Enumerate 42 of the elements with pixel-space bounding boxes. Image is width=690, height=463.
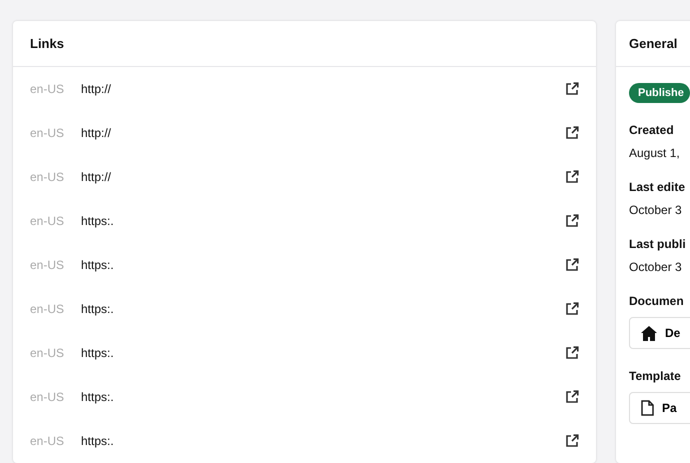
external-link-icon[interactable]: [565, 302, 579, 316]
link-url[interactable]: https:.: [81, 346, 565, 360]
link-url[interactable]: https:.: [81, 434, 565, 448]
external-link-icon[interactable]: [565, 170, 579, 184]
link-url[interactable]: https:.: [81, 302, 565, 316]
locale-label: en-US: [30, 170, 66, 184]
home-icon: [641, 326, 657, 340]
locale-label: en-US: [30, 434, 66, 448]
field-label: Last publi: [629, 237, 686, 251]
locale-label: en-US: [30, 258, 66, 272]
external-link-icon[interactable]: [565, 434, 579, 448]
external-link-icon[interactable]: [565, 126, 579, 140]
field-value: October 3: [629, 260, 682, 274]
locale-label: en-US: [30, 126, 66, 140]
link-button[interactable]: Pa: [629, 392, 690, 424]
external-link-icon[interactable]: [565, 346, 579, 360]
card-title: Links: [30, 36, 64, 51]
field-value: October 3: [629, 203, 682, 217]
field-label: Documen: [629, 294, 684, 308]
locale-label: en-US: [30, 390, 66, 404]
field-label: Last edite: [629, 180, 686, 194]
locale-label: en-US: [30, 214, 66, 228]
external-link-icon[interactable]: [565, 82, 579, 96]
field-value: August 1,: [629, 146, 680, 160]
external-link-icon[interactable]: [565, 258, 579, 272]
link-url[interactable]: http://: [81, 82, 565, 96]
card-title: General: [629, 36, 678, 51]
status-badge: Publishe: [629, 83, 690, 103]
field-label: Created: [629, 123, 674, 137]
locale-label: en-US: [30, 346, 66, 360]
external-link-icon[interactable]: [565, 390, 579, 404]
link-url[interactable]: https:.: [81, 214, 565, 228]
file-icon: [641, 400, 654, 416]
field-label: Template: [629, 369, 681, 383]
link-url[interactable]: http://: [81, 126, 565, 140]
link-url[interactable]: https:.: [81, 258, 565, 272]
external-link-icon[interactable]: [565, 214, 579, 228]
link-url[interactable]: http://: [81, 170, 565, 184]
link-button[interactable]: De: [629, 317, 690, 349]
locale-label: en-US: [30, 302, 66, 316]
link-url[interactable]: https:.: [81, 390, 565, 404]
locale-label: en-US: [30, 82, 66, 96]
